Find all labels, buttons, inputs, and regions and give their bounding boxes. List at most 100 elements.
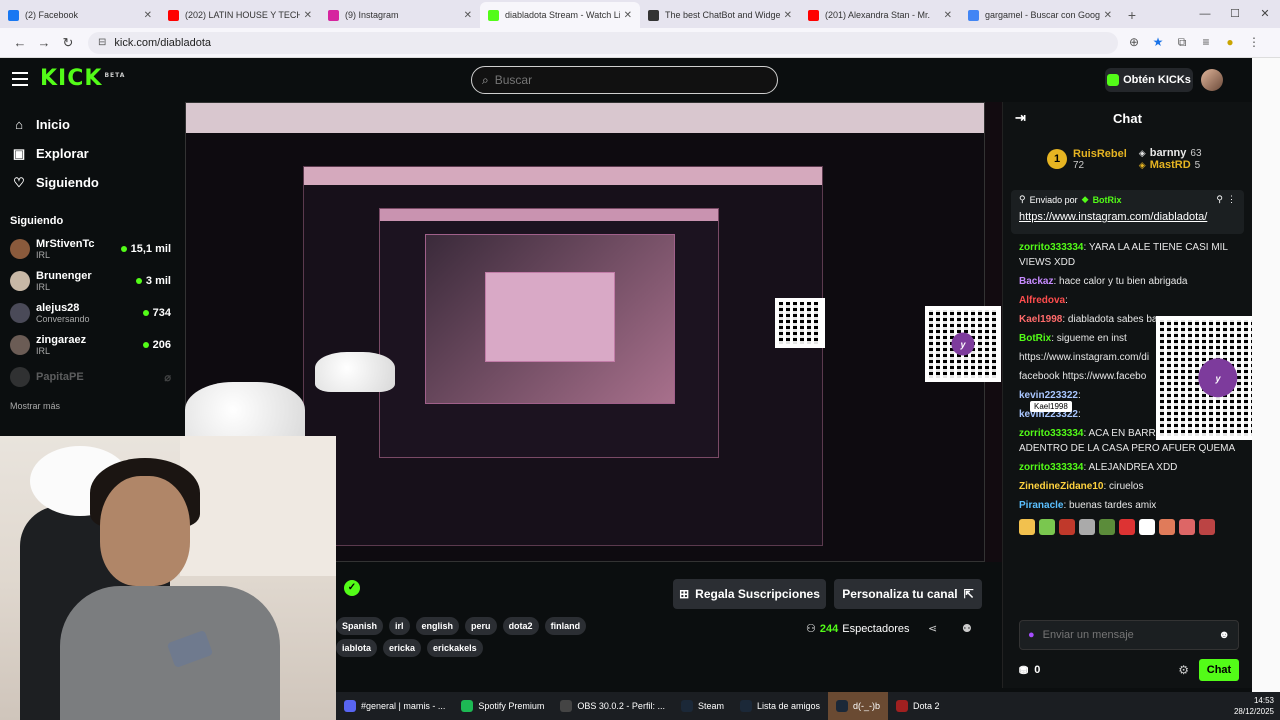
following-item[interactable]: alejus28 Conversando 734 [0,297,185,329]
tag-chip[interactable]: ericka [383,639,422,657]
browser-tab[interactable]: gargamel - Buscar con Google ✕ [960,2,1120,28]
menu-icon[interactable]: ⋮ [1246,35,1262,50]
chat-message[interactable]: Backaz: hace calor y tu bien abrigada [1019,274,1244,289]
tag-chip[interactable]: Spanish [336,617,384,635]
tag-chip[interactable]: peru [465,617,497,635]
following-item[interactable]: zingaraez IRL 206 [0,329,185,361]
emote-icon[interactable] [1019,519,1035,535]
points-counter[interactable]: ⛃ 0 [1019,664,1040,677]
search-box[interactable]: ⌕ [471,66,778,94]
emote-icon[interactable] [1159,519,1175,535]
browser-tab[interactable]: diabladota Stream - Watch Li ✕ [480,2,640,28]
emote-icon[interactable] [1139,519,1155,535]
url-field[interactable]: ⊟ kick.com/diabladota [88,31,1118,54]
tag-chip[interactable]: iablota [336,639,378,657]
bookmark-star-icon[interactable]: ★ [1150,35,1166,50]
browser-tab[interactable]: (201) Alexandra Stan - Mr. ✕ [800,2,960,28]
nav-following[interactable]: ♡ Siguiendo [0,168,185,197]
close-tab-icon[interactable]: ✕ [624,10,632,21]
browser-tab[interactable]: (202) LATIN HOUSE Y TECHEN ✕ [160,2,320,28]
emote-icon[interactable] [1079,519,1095,535]
chat-username[interactable]: Backaz [1019,276,1053,287]
leader-third[interactable]: ◈ MastRD 5 [1139,159,1202,171]
reload-icon[interactable]: ↻ [56,35,80,51]
taskbar-item[interactable]: d(-_-)b [828,692,889,720]
taskbar-item[interactable]: #general | mamis - ... [336,692,453,720]
emote-icon[interactable] [1039,519,1055,535]
nav-home[interactable]: ⌂ Inicio [0,110,185,139]
following-item[interactable]: Brunenger IRL 3 mil [0,265,185,297]
new-tab-icon[interactable]: + [1120,2,1144,28]
system-clock[interactable]: 14:53 28/12/2025 [1234,695,1280,717]
menu-hamburger-icon[interactable] [12,72,28,86]
close-tab-icon[interactable]: ✕ [144,10,152,21]
close-window-icon[interactable]: ✕ [1250,0,1280,28]
chat-send-button[interactable]: Chat [1199,659,1239,681]
chat-username[interactable]: zorrito333334 [1019,242,1083,253]
pinned-link[interactable]: https://www.instagram.com/diabladota/ [1019,211,1236,223]
customize-channel-button[interactable]: Personaliza tu canal ⇱ [834,579,982,609]
search-input[interactable] [494,73,755,87]
mic-icon[interactable]: ● [1028,629,1035,641]
chat-username[interactable]: Piranacle [1019,500,1063,511]
emote-icon[interactable] [1099,519,1115,535]
kick-logo[interactable]: KICK BETA [40,66,125,91]
chat-username[interactable]: Alfredova [1019,295,1065,306]
tag-chip[interactable]: irl [389,617,410,635]
chat-input-box[interactable]: ● ☻ [1019,620,1239,650]
close-tab-icon[interactable]: ✕ [944,10,952,21]
emote-icon[interactable] [1119,519,1135,535]
unpin-icon[interactable]: ⚲ [1216,194,1223,205]
browser-tab[interactable]: The best ChatBot and Widget ✕ [640,2,800,28]
emote-icon[interactable] [1199,519,1215,535]
minimize-icon[interactable]: — [1190,0,1220,28]
follow-user-icon[interactable]: ⚉ [962,622,972,635]
site-info-icon[interactable]: ⊟ [98,37,106,48]
chat-username[interactable]: ZinedineZidane10 [1019,481,1103,492]
chat-message[interactable]: Alfredova: [1019,293,1244,308]
tag-chip[interactable]: erickakels [427,639,483,657]
taskbar-item[interactable]: Lista de amigos [732,692,828,720]
taskbar-item[interactable]: Dota 2 [888,692,948,720]
chat-username[interactable]: Kael1998 [1019,314,1062,325]
gift-subs-button[interactable]: ⊞ Regala Suscripciones [673,579,826,609]
chat-username[interactable]: zorrito333334 [1019,462,1083,473]
taskbar-item[interactable]: Steam [673,692,732,720]
tag-chip[interactable]: dota2 [502,617,539,635]
show-more-link[interactable]: Mostrar más [10,401,185,411]
close-tab-icon[interactable]: ✕ [464,10,472,21]
emote-icon[interactable] [1179,519,1195,535]
chat-username[interactable]: BotRix [1019,333,1051,344]
chat-username[interactable]: kevin223322 [1019,390,1078,401]
close-tab-icon[interactable]: ✕ [304,10,312,21]
nav-browse[interactable]: ▣ Explorar [0,139,185,168]
chat-message[interactable]: zorrito333334: ALEJANDREA XDD [1019,460,1244,475]
following-item[interactable]: MrStivenTc IRL 15,1 mil [0,233,185,265]
maximize-icon[interactable]: ☐ [1220,0,1250,28]
collapse-chat-icon[interactable]: ⇥ [1015,110,1026,126]
chat-message[interactable]: zorrito333334: YARA LA ALE TIENE CASI MI… [1019,240,1244,270]
pinned-message[interactable]: ⚲ Enviado por ◆ BotRix ⚲ ⋮ https://www.i… [1011,190,1244,234]
chat-message[interactable]: ZinedineZidane10: ciruelos [1019,479,1244,494]
chat-input[interactable] [1042,629,1211,641]
emoji-icon[interactable]: ☻ [1218,629,1230,641]
browser-tab[interactable]: (2) Facebook ✕ [0,2,160,28]
chat-username[interactable]: zorrito333334 [1019,428,1083,439]
page-scrollbar[interactable] [1252,58,1280,692]
following-offline-item[interactable]: PapitaPE ⌀ [0,361,185,393]
user-avatar[interactable] [1201,69,1223,91]
chat-settings-icon[interactable]: ⚙ [1178,663,1189,677]
taskbar-item[interactable]: Spotify Premium [453,692,552,720]
emote-icon[interactable] [1059,519,1075,535]
profile-icon[interactable]: ● [1222,35,1238,50]
tag-chip[interactable]: english [415,617,460,635]
tag-chip[interactable]: finland [544,617,587,635]
leader-first[interactable]: 1 RuisRebel 72 [1047,148,1127,171]
media-icon[interactable]: ≡ [1198,35,1214,50]
taskbar-item[interactable]: OBS 30.0.2 - Perfil: ... [552,692,673,720]
more-icon[interactable]: ⋮ [1227,194,1236,205]
share-icon[interactable]: ⋖ [928,622,937,635]
chat-message[interactable]: Piranacle: buenas tardes amix [1019,498,1244,513]
forward-icon[interactable]: → [32,35,56,50]
zoom-icon[interactable]: ⊕ [1126,35,1142,50]
